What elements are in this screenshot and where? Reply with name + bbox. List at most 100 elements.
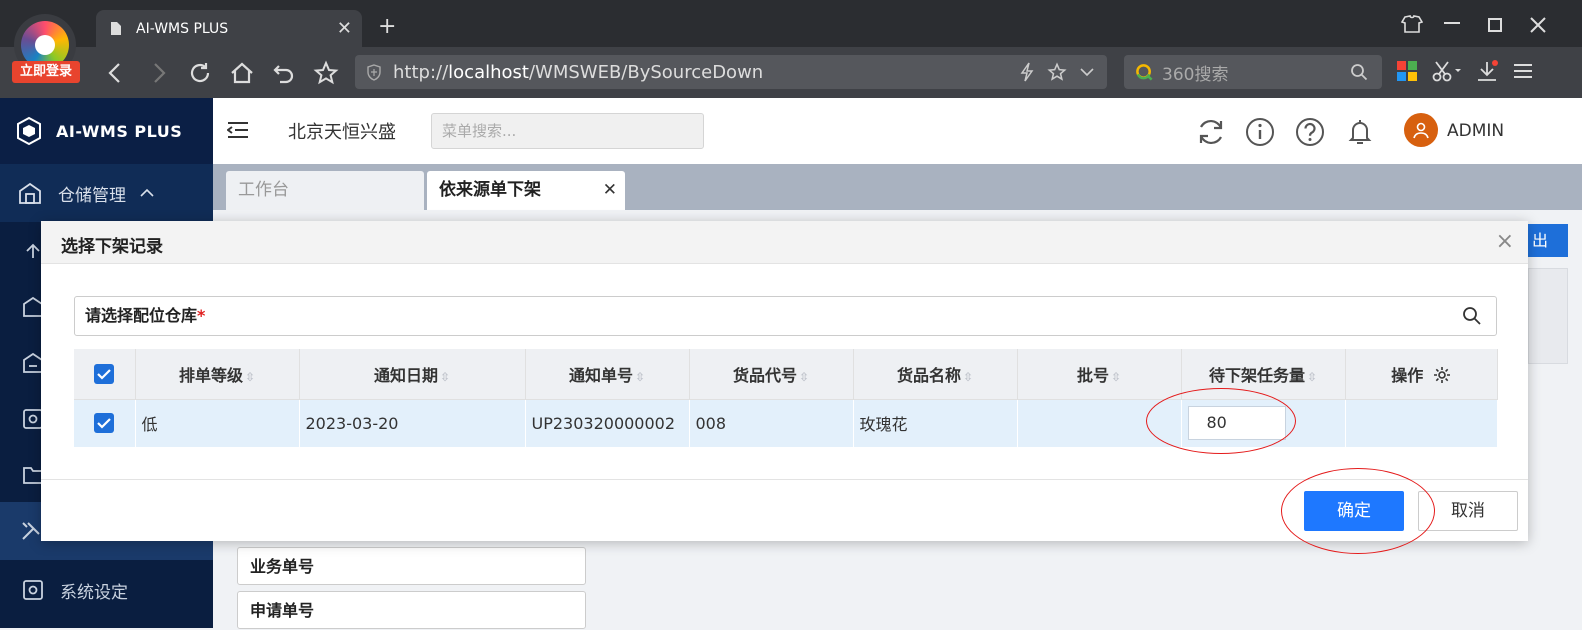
col-qty-label: 待下架任务量 [1208,365,1305,385]
tab-workbench[interactable]: 工作台 [226,171,424,210]
company-name: 北京天恒兴盛 [288,122,396,143]
business-no-field[interactable]: 业务单号 [237,547,586,585]
browser-tab-title: AI-WMS PLUS [136,20,229,37]
tab-close-icon[interactable]: ✕ [337,18,352,39]
sort-icon[interactable]: ⇳ [635,370,645,384]
annotation-circle-qty [1146,388,1296,454]
browser-menu-icon[interactable] [1512,60,1534,82]
menu-search-input[interactable]: 菜单搜索... [431,113,704,149]
url-actions [1019,62,1095,82]
col-actions: 操作 [1345,349,1498,400]
sidebar-group-label: 仓储管理 [58,185,126,206]
url-bar[interactable]: http://localhost/WMSWEB/BySourceDown [355,55,1107,89]
sort-icon[interactable]: ⇳ [799,370,809,384]
annotation-circle-confirm [1281,468,1435,554]
required-mark: * [197,306,206,325]
warehouse-select-label: 请选择配位仓库 [85,306,198,325]
select-all-checkbox[interactable] [94,363,115,384]
brand-name: AI-WMS PLUS [56,121,183,141]
col-notice-no[interactable]: 通知单号 ⇳ [525,349,690,400]
col-item-code[interactable]: 货品代号 ⇳ [689,349,854,400]
brand-logo[interactable]: AI-WMS PLUS [0,98,213,164]
browser-logo[interactable]: 立即登录 [12,14,80,84]
cell-item-code: 008 [689,399,854,447]
maximize-icon[interactable] [1488,18,1502,32]
col-actions-label: 操作 [1391,365,1424,385]
home-icon[interactable] [229,60,255,86]
browser-tabbar: AI-WMS PLUS ✕ + [0,0,1582,47]
info-icon[interactable] [1244,116,1276,148]
chevron-down-icon[interactable] [1079,62,1095,82]
help-icon[interactable] [1294,116,1326,148]
cell-actions [1345,399,1498,447]
username[interactable]: ADMIN [1447,121,1504,141]
360-search-icon [1136,64,1153,81]
bookmark-star-icon[interactable] [1047,62,1067,82]
url-host: localhost [448,61,529,83]
minimize-icon[interactable] [1444,22,1460,26]
sort-icon[interactable]: ⇳ [1307,370,1317,384]
row-checkbox[interactable] [93,413,114,434]
skin-icon[interactable] [1401,14,1423,34]
col-date[interactable]: 通知日期 ⇳ [299,349,526,400]
close-window-icon[interactable] [1530,17,1546,33]
sort-icon[interactable]: ⇳ [963,370,973,384]
sidebar-settings-label: 系统设定 [60,582,128,603]
request-no-field[interactable]: 申请单号 [237,591,586,629]
row-select-cell[interactable] [74,399,136,447]
search-icon[interactable] [1462,306,1482,326]
undo-icon[interactable] [271,60,297,86]
select-all-cell[interactable] [74,349,136,400]
sort-icon[interactable]: ⇳ [245,370,255,384]
apps-grid-icon[interactable] [1396,60,1418,82]
col-batch-label: 批号 [1076,365,1109,385]
col-item-name[interactable]: 货品名称 ⇳ [853,349,1018,400]
avatar[interactable] [1404,113,1438,147]
modal-title: 选择下架记录 [61,237,163,257]
brand-shield-icon [17,116,41,146]
tab-source-unshelve[interactable]: 依来源单下架 ✕ [427,171,625,210]
sync-icon[interactable] [1195,116,1227,148]
col-notice-no-label: 通知单号 [568,365,633,385]
modal-header: 选择下架记录 × [41,221,1528,264]
new-tab-icon[interactable]: + [378,14,396,39]
search-icon[interactable] [1350,63,1368,81]
browser-search-bar[interactable]: 360搜索 [1124,55,1382,89]
sort-icon[interactable]: ⇳ [1111,370,1121,384]
shield-icon [367,64,381,81]
background-grid-edge [1528,268,1568,364]
gear-icon[interactable] [1433,366,1451,384]
warehouse-select[interactable]: 请选择配位仓库* [74,296,1497,336]
sidebar-item-settings[interactable]: 系统设定 [0,562,213,618]
cell-notice-no: UP230320000002 [525,399,690,447]
search-placeholder: 360搜索 [1162,64,1229,85]
url-path: /WMSWEB/BySourceDown [528,61,764,83]
refresh-icon[interactable] [187,60,213,86]
login-badge[interactable]: 立即登录 [12,61,80,83]
download-icon[interactable] [1476,60,1498,82]
table-header-row: 排单等级 ⇳ 通知日期 ⇳ 通知单号 ⇳ 货品代号 ⇳ 货品名称 ⇳ 批号 ⇳ 待下架任务量… [74,349,1498,400]
col-batch[interactable]: 批号 ⇳ [1017,349,1182,400]
sidebar-group-warehouse[interactable]: 仓储管理 [0,164,213,222]
tab-workbench-label: 工作台 [238,180,289,200]
bell-icon[interactable] [1344,116,1376,148]
back-icon[interactable] [103,60,129,86]
user-icon [1413,122,1429,139]
tab-close-icon[interactable]: ✕ [603,171,617,210]
sort-icon[interactable]: ⇳ [440,370,450,384]
lightning-icon[interactable] [1019,62,1035,82]
check-icon [96,418,111,429]
scissors-icon[interactable] [1432,60,1462,82]
browser-tab[interactable]: AI-WMS PLUS ✕ [96,10,362,47]
tab-source-unshelve-label: 依来源单下架 [439,180,541,200]
favorite-star-icon[interactable] [313,60,339,86]
col-date-label: 通知日期 [373,365,438,385]
col-level-label: 排单等级 [178,365,243,385]
export-button[interactable]: 出 [1528,224,1568,257]
col-level[interactable]: 排单等级 ⇳ [135,349,300,400]
menu-toggle-icon[interactable] [227,120,249,140]
url-prefix: http:// [393,61,449,83]
modal-close-icon[interactable]: × [1496,229,1514,254]
forward-icon[interactable] [145,60,171,86]
browser-toolbar: http://localhost/WMSWEB/BySourceDown 360… [0,47,1582,98]
